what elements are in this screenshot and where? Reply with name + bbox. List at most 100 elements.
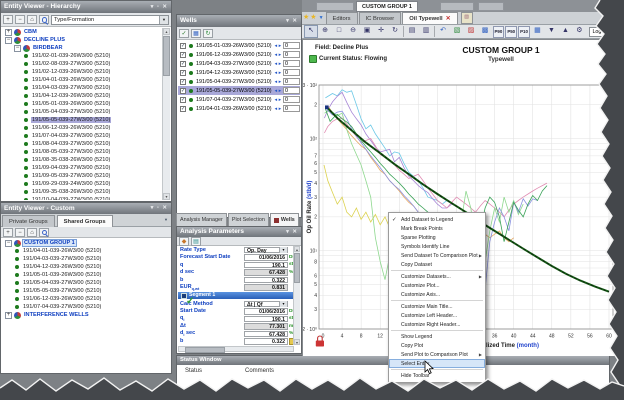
parameter-dropdown[interactable]: Δt | Qf▼ xyxy=(244,301,288,308)
hierarchy-tree-item[interactable]: 191/04-03-039-27W3/00 (5210) xyxy=(2,84,163,92)
parameter-row-d[interactable]: di sec67.428%/y xyxy=(178,330,294,338)
hierarchy-tree-item[interactable]: 191/09-05-039-27W3/00 (5210) xyxy=(2,172,163,180)
filter-icon[interactable]: ▼ xyxy=(544,25,558,38)
chevron-down-icon[interactable]: ▼ xyxy=(319,12,324,24)
panel-window-icons[interactable]: ▾ ✕ xyxy=(286,227,298,237)
collapse-icon[interactable]: − xyxy=(5,37,12,44)
checkbox-icon[interactable]: ✓ xyxy=(180,61,186,67)
well-value-input[interactable]: 0 xyxy=(283,105,300,112)
wells-row[interactable]: ✓191/05-05-039-27W3/00 (5210)◄►0 xyxy=(178,86,300,95)
toolbar-p90-button[interactable]: P90 xyxy=(493,26,505,38)
hierarchy-tree-item[interactable]: 191/08-35-038-26W3/00 (5210) xyxy=(2,156,163,164)
hierarchy-tree-item[interactable]: 191/02-12-039-26W3/00 (5210) xyxy=(2,68,163,76)
menu-item-symbols-identify-line[interactable]: Symbols Identify Line xyxy=(389,242,485,251)
wells-row[interactable]: ✓191/04-03-039-27W3/00 (5210)◄►0 xyxy=(178,59,300,68)
type-formation-combobox[interactable]: Type/Formation▼ xyxy=(51,15,169,25)
favorite-star-icon[interactable]: ★ xyxy=(303,12,309,24)
zoom-in-icon[interactable]: ⊕ xyxy=(318,25,332,38)
custom-tree-item[interactable]: −CUSTOM GROUP 1 xyxy=(2,239,170,247)
parameter-value[interactable]: 01/06/2016 xyxy=(244,308,288,315)
panel-window-icons[interactable]: ▾ ✕ xyxy=(286,15,298,27)
hierarchy-tree-item[interactable]: 191/02-01-039-26W3/00 (5210) xyxy=(2,52,163,60)
custom-tree-item[interactable]: 191/05-01-039-26W3/00 (5210) xyxy=(2,271,170,279)
grid-icon[interactable]: ▦ xyxy=(191,29,201,38)
menu-item-add-dataset-to-legend[interactable]: ✓Add Dataset to Legend xyxy=(389,215,485,224)
menu-item-sparse-plotting[interactable]: Sparse Plotting xyxy=(389,233,485,242)
menu-item-copy-plot[interactable]: Copy Plot xyxy=(389,341,485,350)
hierarchy-tree-item[interactable]: 191/08-04-039-27W3/00 (5210) xyxy=(2,140,163,148)
refresh-icon[interactable]: ↻ xyxy=(388,25,402,38)
home-icon[interactable]: ⌂ xyxy=(27,228,37,237)
hierarchy-tree-item[interactable]: −BIRDBEAR xyxy=(2,44,163,52)
wells-row[interactable]: ✓191/05-01-039-26W3/00 (5210)◄►0 xyxy=(178,41,300,50)
parameter-value[interactable]: 190.1 xyxy=(244,316,288,323)
home-icon[interactable]: ⌂ xyxy=(27,15,37,24)
scrollbar-thumb[interactable] xyxy=(185,347,225,353)
custom-tree-item[interactable]: +INTERFERENCE WELLS xyxy=(2,311,170,319)
scroll-up-icon[interactable]: ▲ xyxy=(294,246,300,252)
menu-item-customize-axis[interactable]: Customize Axis... xyxy=(389,290,485,299)
hierarchy-tree-item[interactable]: 191/04-01-039-26W3/00 (5210) xyxy=(2,76,163,84)
add-icon[interactable]: + xyxy=(3,15,13,24)
legend-icon[interactable]: ▲ xyxy=(558,25,572,38)
expand-icon[interactable]: + xyxy=(5,29,12,36)
menu-item-send-plot-to-comparison-plot[interactable]: Send Plot to Comparison Plot▶ xyxy=(389,350,485,359)
scroll-down-icon[interactable]: ▼ xyxy=(294,339,300,345)
menu-item-mark-break-points[interactable]: Mark Break Points xyxy=(389,224,485,233)
spinner-arrows-icon[interactable]: ◄► xyxy=(274,61,282,66)
parameter-value[interactable]: 77.301 xyxy=(244,323,288,330)
parameter-row-b[interactable]: b0.322 xyxy=(178,276,294,284)
print-preview-icon[interactable]: ▥ xyxy=(419,25,433,38)
parameters-scrollbar[interactable]: ▲ ▼ xyxy=(293,246,300,345)
hierarchy-scrollbar[interactable]: ▲ ▼ xyxy=(162,28,170,200)
dropdown-arrow-icon[interactable]: ▼ xyxy=(279,247,287,254)
parameter-row-start-date[interactable]: Start Date01/06/2016DD/ xyxy=(178,308,294,316)
menu-item-customize-left-header[interactable]: Customize Left Header... xyxy=(389,311,485,320)
menu-item-customize-main-title[interactable]: Customize Main Title... xyxy=(389,302,485,311)
spinner-arrows-icon[interactable]: ◄► xyxy=(274,88,282,93)
document-tab-active[interactable]: CUSTOM GROUP 1 xyxy=(356,1,418,12)
spinner-arrows-icon[interactable]: ◄► xyxy=(274,97,282,102)
close-tab-icon[interactable]: ✕ xyxy=(446,15,451,22)
hierarchy-tree-item[interactable]: 191/09-04-039-27W3/00 (5210) xyxy=(2,164,163,172)
hierarchy-tree-item[interactable]: 191/04-12-039-26W3/00 (5210) xyxy=(2,92,163,100)
spinner-arrows-icon[interactable]: ◄► xyxy=(274,106,282,111)
scroll-up-icon[interactable]: ▲ xyxy=(163,28,170,35)
hierarchy-tree-item[interactable]: +CBM xyxy=(2,28,163,36)
zoom-region-icon[interactable]: □ xyxy=(332,25,346,38)
spinner-arrows-icon[interactable]: ◄► xyxy=(274,79,282,84)
comments-column-header[interactable]: Comments xyxy=(245,368,274,374)
custom-tree-item[interactable]: 191/05-05-039-27W3/00 (5210) xyxy=(2,287,170,295)
tab-ic-browser[interactable]: IC Browser xyxy=(359,12,402,24)
tab-plot-selection[interactable]: Plot Selection xyxy=(228,213,269,226)
parameter-row-t[interactable]: Δt77.301mo xyxy=(178,323,294,331)
menu-item-show-legend[interactable]: Show Legend xyxy=(389,332,485,341)
scroll-down-icon[interactable]: ▼ xyxy=(163,193,170,200)
parameter-value[interactable]: 190.1 xyxy=(244,262,288,269)
hierarchy-tree-item[interactable]: 191/05-04-039-27W3/00 (5210) xyxy=(2,108,163,116)
parameter-value[interactable]: 01/06/2016 xyxy=(244,254,288,261)
segment-header[interactable]: Segment 1 xyxy=(178,292,294,299)
tab-analysis-manager[interactable]: Analysis Manager xyxy=(176,213,227,226)
well-value-input[interactable]: 0 xyxy=(283,60,300,67)
parameters-hscrollbar[interactable] xyxy=(178,346,294,352)
hierarchy-tree-item[interactable]: 191/02-08-039-27W3/00 (5210) xyxy=(2,60,163,68)
axis-scale-dropdown[interactable]: Log T▼ xyxy=(589,27,624,37)
axis-lock-icon[interactable] xyxy=(316,341,324,347)
checkbox-icon[interactable]: ✓ xyxy=(180,43,186,49)
favorite-star-icon[interactable]: ★ xyxy=(310,12,316,24)
hierarchy-tree-item[interactable]: 191/06-12-039-26W3/00 (5210) xyxy=(2,124,163,132)
hierarchy-tree-item[interactable]: 191/05-01-039-26W3/00 (5210) xyxy=(2,100,163,108)
collapse-icon[interactable]: − xyxy=(14,45,21,52)
wells-row[interactable]: ✓191/04-01-039-26W3/00 (5210)◄►0 xyxy=(178,104,300,113)
scrollbar-thumb[interactable] xyxy=(294,253,300,283)
panel-window-icons[interactable]: ▾ ▫ ✕ xyxy=(151,203,168,214)
hierarchy-tree-item[interactable]: 191/09-35-038-26W3/00 (5210) xyxy=(2,188,163,196)
parameter-value[interactable]: 0.322 xyxy=(244,277,288,284)
typewell-start-marker[interactable] xyxy=(325,105,329,109)
checkbox-icon[interactable]: ✓ xyxy=(180,88,186,94)
document-tab-stub[interactable] xyxy=(316,2,354,11)
well-value-input[interactable]: 0 xyxy=(283,51,300,58)
parameter-row-q[interactable]: qi190.1stb xyxy=(178,315,294,323)
hierarchy-tree-item[interactable]: 191/10-04-039-27W3/00 (5210) xyxy=(2,196,163,200)
